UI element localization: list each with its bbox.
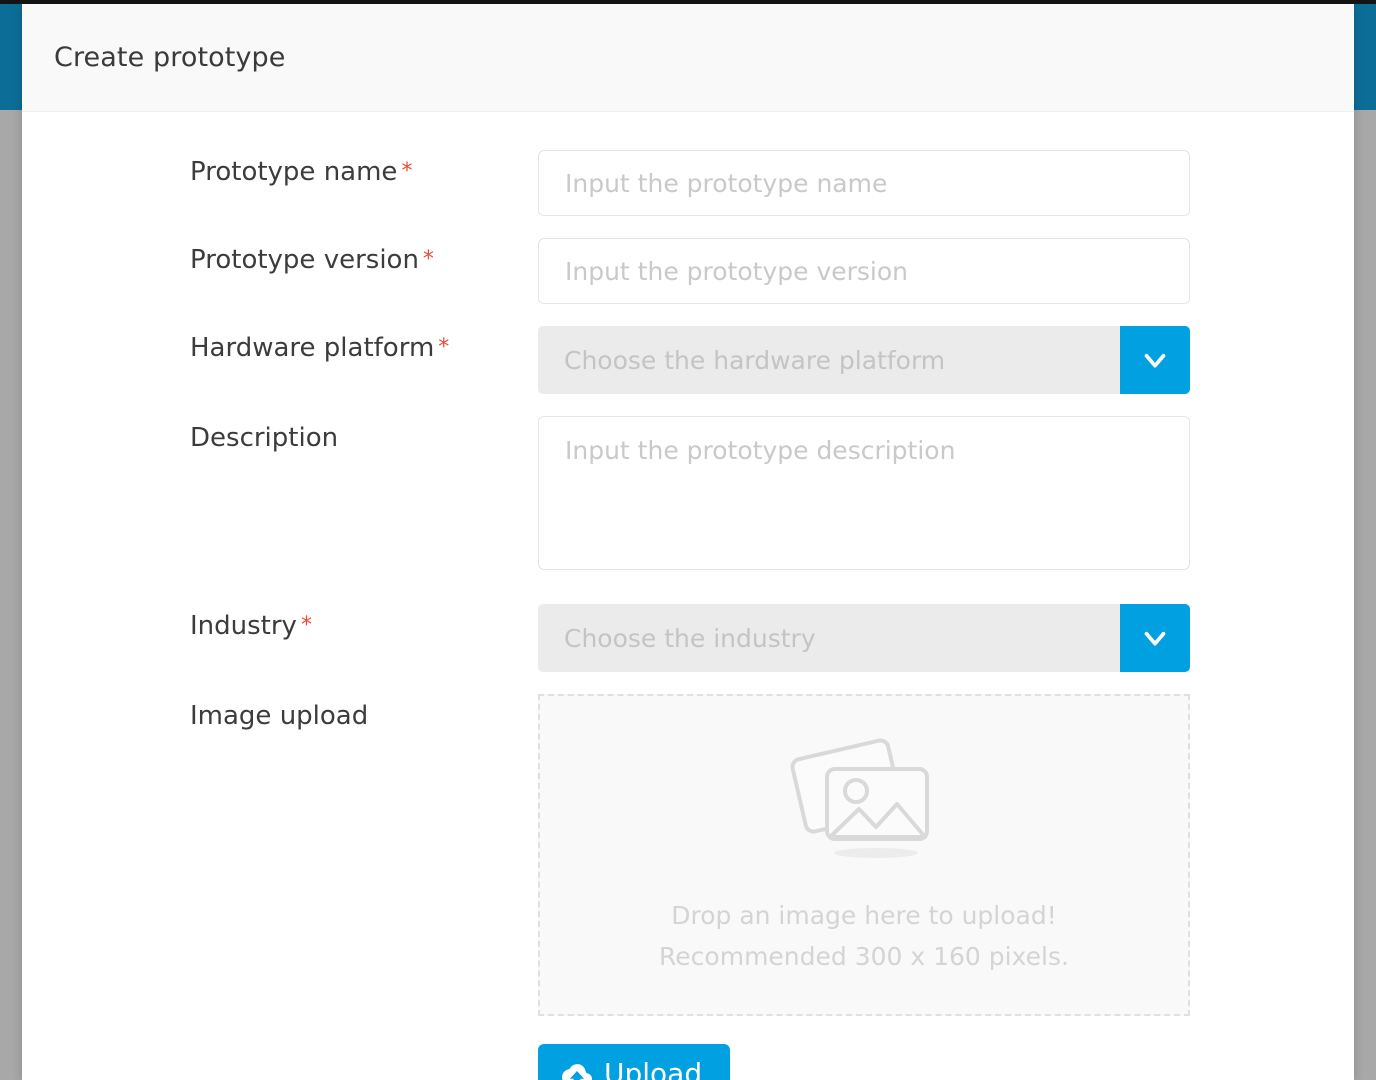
label-image-upload: Image upload: [190, 694, 538, 731]
label-prototype-name-text: Prototype name: [190, 157, 398, 187]
field-hardware-platform: Choose the hardware platform: [538, 326, 1190, 394]
field-description: [538, 416, 1190, 574]
industry-select[interactable]: Choose the industry: [538, 604, 1190, 672]
prototype-version-input[interactable]: [538, 238, 1190, 304]
label-prototype-version: Prototype version *: [190, 238, 538, 275]
label-prototype-name: Prototype name *: [190, 150, 538, 187]
backdrop-strip-right-blue: [1354, 4, 1376, 110]
label-description-text: Description: [190, 423, 339, 453]
label-prototype-version-text: Prototype version: [190, 245, 419, 275]
required-asterisk: *: [438, 335, 450, 360]
backdrop-overlay-right: [1354, 110, 1376, 1080]
upload-button-label: Upload: [604, 1057, 703, 1080]
page-root: Create prototype Prototype name* Prototy…: [0, 0, 1376, 1080]
image-placeholder-icon: [784, 733, 944, 867]
modal-header: Create prototype: [22, 4, 1354, 112]
hardware-platform-select-value[interactable]: Choose the hardware platform: [538, 326, 1120, 394]
form-row-prototype-name: Prototype name *: [22, 150, 1354, 216]
dropzone-line-2: Recommended 300 x 160 pixels.: [659, 942, 1069, 971]
required-asterisk: *: [401, 159, 413, 184]
form-row-industry: Industry * Choose the industry: [22, 604, 1354, 672]
label-image-upload-text: Image upload: [190, 701, 369, 731]
field-industry: Choose the industry: [538, 604, 1190, 672]
prototype-name-input[interactable]: [538, 150, 1190, 216]
backdrop-strip-left-blue: [0, 4, 22, 110]
image-dropzone[interactable]: Drop an image here to upload! Recommende…: [538, 694, 1190, 1016]
field-prototype-name: [538, 150, 1190, 216]
form-row-prototype-version: Prototype version *: [22, 238, 1354, 304]
required-asterisk: *: [422, 247, 434, 272]
label-industry: Industry *: [190, 604, 538, 641]
dropzone-line-1: Drop an image here to upload!: [671, 900, 1057, 930]
hardware-platform-dropdown-button[interactable]: [1120, 326, 1190, 394]
chevron-down-icon: [1138, 621, 1172, 655]
dropzone-text: Drop an image here to upload! Recommende…: [659, 895, 1069, 978]
label-industry-text: Industry: [190, 611, 297, 641]
form-row-image-upload: Image upload Drop an image here to uploa…: [22, 694, 1354, 1080]
modal-body: Prototype name* Prototype version* Hardw…: [22, 150, 1354, 1080]
create-prototype-modal: Create prototype Prototype name* Prototy…: [22, 4, 1354, 1080]
form-row-description: Description: [22, 416, 1354, 574]
label-hardware-platform: Hardware platform *: [190, 326, 538, 363]
cloud-upload-icon: [562, 1062, 592, 1080]
field-prototype-version: [538, 238, 1190, 304]
description-textarea[interactable]: [538, 416, 1190, 570]
upload-button[interactable]: Upload: [538, 1044, 731, 1080]
required-asterisk: *: [300, 613, 312, 638]
form-row-hardware-platform: Hardware platform * Choose the hardware p…: [22, 326, 1354, 394]
hardware-platform-select[interactable]: Choose the hardware platform: [538, 326, 1190, 394]
industry-dropdown-button[interactable]: [1120, 604, 1190, 672]
industry-select-value[interactable]: Choose the industry: [538, 604, 1120, 672]
label-description: Description: [190, 416, 538, 453]
field-image-upload: Drop an image here to upload! Recommende…: [538, 694, 1190, 1080]
label-hardware-platform-text: Hardware platform: [190, 333, 435, 363]
backdrop-overlay-left: [0, 110, 22, 1080]
page-title: Create prototype: [54, 42, 286, 73]
chevron-down-icon: [1138, 343, 1172, 377]
